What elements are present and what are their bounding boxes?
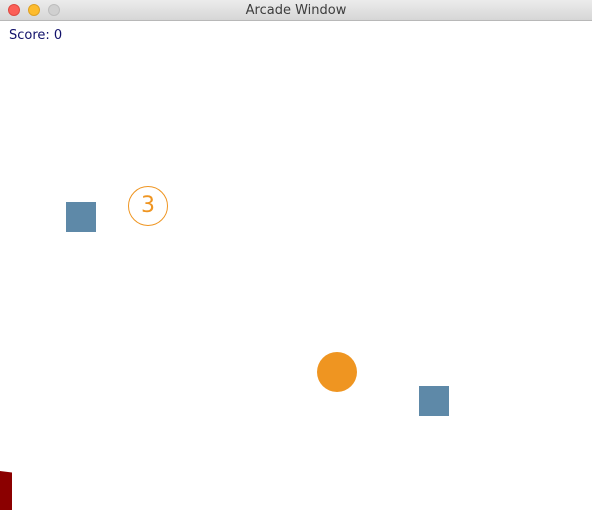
- orange-ball: [317, 352, 357, 392]
- blue-square-block: [66, 202, 96, 232]
- window-title: Arcade Window: [245, 3, 347, 18]
- blue-square-block: [419, 386, 449, 416]
- game-canvas[interactable]: Score: 0 3: [0, 21, 592, 510]
- countdown-circle: 3: [128, 186, 168, 226]
- score-label: Score: 0: [9, 28, 63, 43]
- red-paddle: [0, 471, 12, 510]
- arcade-window: Arcade Window Score: 0 3: [0, 0, 592, 510]
- title-bar[interactable]: Arcade Window: [0, 0, 592, 21]
